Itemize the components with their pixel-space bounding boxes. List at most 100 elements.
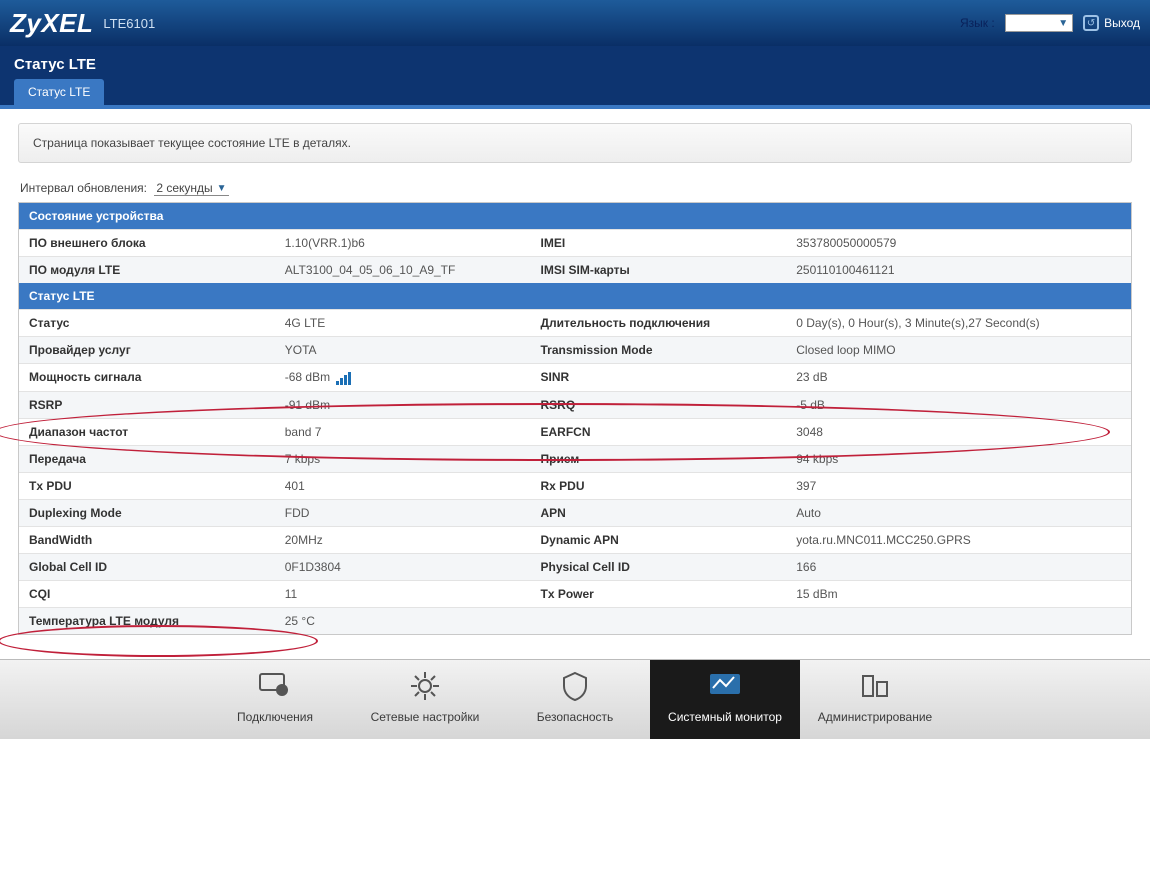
signal-bars-icon [336,371,352,385]
app-header: ZyXEL LTE6101 Язык : Русский ▼ ↺ Выход [0,0,1150,46]
row-value: Closed loop MIMO [786,337,1131,364]
row-label [531,607,787,634]
row-value: 23 dB [786,364,1131,392]
row-label: CQI [19,580,275,607]
row-label: Tx PDU [19,472,275,499]
row-value: 11 [275,580,531,607]
section-header-device: Состояние устройства [19,203,1131,229]
row-label: Physical Cell ID [531,553,787,580]
monitor-icon [257,668,293,704]
nav-label: Безопасность [500,710,650,724]
row-value: 353780050000579 [786,230,1131,257]
row-label: BandWidth [19,526,275,553]
row-value: 7 kbps [275,445,531,472]
row-label: ПО модуля LTE [19,257,275,284]
row-value: FDD [275,499,531,526]
chevron-down-icon: ▼ [1058,18,1068,29]
lte-status-table: Статус4G LTEДлительность подключения0 Da… [19,309,1131,634]
row-value: 166 [786,553,1131,580]
table-row: RSRP-91 dBmRSRQ-5 dB [19,391,1131,418]
row-value: 3048 [786,418,1131,445]
page-title: Статус LTE [14,56,1136,73]
logout-link[interactable]: ↺ Выход [1083,15,1140,31]
sub-header: Статус LTE Статус LTE [0,46,1150,105]
bottom-nav: Подключения Сетевые настройки Безопаснос… [0,659,1150,739]
logout-label: Выход [1104,16,1140,30]
table-row: BandWidth20MHzDynamic APNyota.ru.MNC011.… [19,526,1131,553]
refresh-interval-select[interactable]: 2 секунды ▼ [154,181,228,196]
language-label: Язык : [960,16,995,30]
row-label: IMEI [531,230,787,257]
nav-system-monitor[interactable]: Системный монитор [650,660,800,739]
row-label: Global Cell ID [19,553,275,580]
row-label: Температура LTE модуля [19,607,275,634]
nav-label: Подключения [200,710,350,724]
gear-icon [407,668,443,704]
row-value: 0 Day(s), 0 Hour(s), 3 Minute(s),27 Seco… [786,310,1131,337]
table-row: ПО внешнего блока1.10(VRR.1)b6IMEI353780… [19,230,1131,257]
row-value: ALT3100_04_05_06_10_A9_TF [275,257,531,284]
row-label: Dynamic APN [531,526,787,553]
row-value: -5 dB [786,391,1131,418]
row-label: RSRQ [531,391,787,418]
table-row: Tx PDU401Rx PDU397 [19,472,1131,499]
nav-label: Сетевые настройки [350,710,500,724]
row-value: Auto [786,499,1131,526]
row-label: Передача [19,445,275,472]
language-value: Русский [1010,16,1055,30]
row-value: 4G LTE [275,310,531,337]
row-value: 0F1D3804 [275,553,531,580]
shield-icon [557,668,593,704]
table-row: Global Cell ID0F1D3804Physical Cell ID16… [19,553,1131,580]
brand-logo: ZyXEL [10,8,93,39]
row-value: 20MHz [275,526,531,553]
row-label: Длительность подключения [531,310,787,337]
row-value [786,607,1131,634]
tab-strip: Статус LTE [14,79,1136,105]
row-label: EARFCN [531,418,787,445]
nav-administration[interactable]: Администрирование [800,660,950,739]
row-value: 15 dBm [786,580,1131,607]
table-row: ПО модуля LTEALT3100_04_05_06_10_A9_TFIM… [19,257,1131,284]
row-label: Провайдер услуг [19,337,275,364]
language-select[interactable]: Русский ▼ [1005,14,1073,32]
row-label: SINR [531,364,787,392]
nav-label: Системный монитор [650,710,800,724]
table-row: CQI11Tx Power15 dBm [19,580,1131,607]
table-row: Температура LTE модуля25 °C [19,607,1131,634]
row-label: IMSI SIM-карты [531,257,787,284]
row-label: Диапазон частот [19,418,275,445]
row-value: -91 dBm [275,391,531,418]
row-value: 250110100461121 [786,257,1131,284]
tab-lte-status[interactable]: Статус LTE [14,79,104,105]
row-label: Rx PDU [531,472,787,499]
table-row: Диапазон частотband 7EARFCN3048 [19,418,1131,445]
table-row: Передача7 kbpsПрием94 kbps [19,445,1131,472]
row-label: RSRP [19,391,275,418]
admin-icon [857,668,893,704]
nav-label: Администрирование [800,710,950,724]
row-value: 94 kbps [786,445,1131,472]
chart-icon [707,668,743,704]
refresh-value: 2 секунды [156,181,212,195]
nav-network-settings[interactable]: Сетевые настройки [350,660,500,739]
table-row: Провайдер услугYOTATransmission ModeClos… [19,337,1131,364]
row-value: band 7 [275,418,531,445]
table-row: Статус4G LTEДлительность подключения0 Da… [19,310,1131,337]
row-label: Прием [531,445,787,472]
table-row: Мощность сигнала-68 dBmSINR23 dB [19,364,1131,392]
row-label: Мощность сигнала [19,364,275,392]
table-row: Duplexing ModeFDDAPNAuto [19,499,1131,526]
row-label: Duplexing Mode [19,499,275,526]
row-label: Статус [19,310,275,337]
page-description: Страница показывает текущее состояние LT… [18,123,1132,163]
logout-icon: ↺ [1083,15,1099,31]
device-status-section: Состояние устройства ПО внешнего блока1.… [18,202,1132,635]
row-label: Transmission Mode [531,337,787,364]
refresh-interval-row: Интервал обновления: 2 секунды ▼ [20,181,1130,196]
row-value: YOTA [275,337,531,364]
nav-connections[interactable]: Подключения [200,660,350,739]
row-label: Tx Power [531,580,787,607]
row-value: 1.10(VRR.1)b6 [275,230,531,257]
nav-security[interactable]: Безопасность [500,660,650,739]
